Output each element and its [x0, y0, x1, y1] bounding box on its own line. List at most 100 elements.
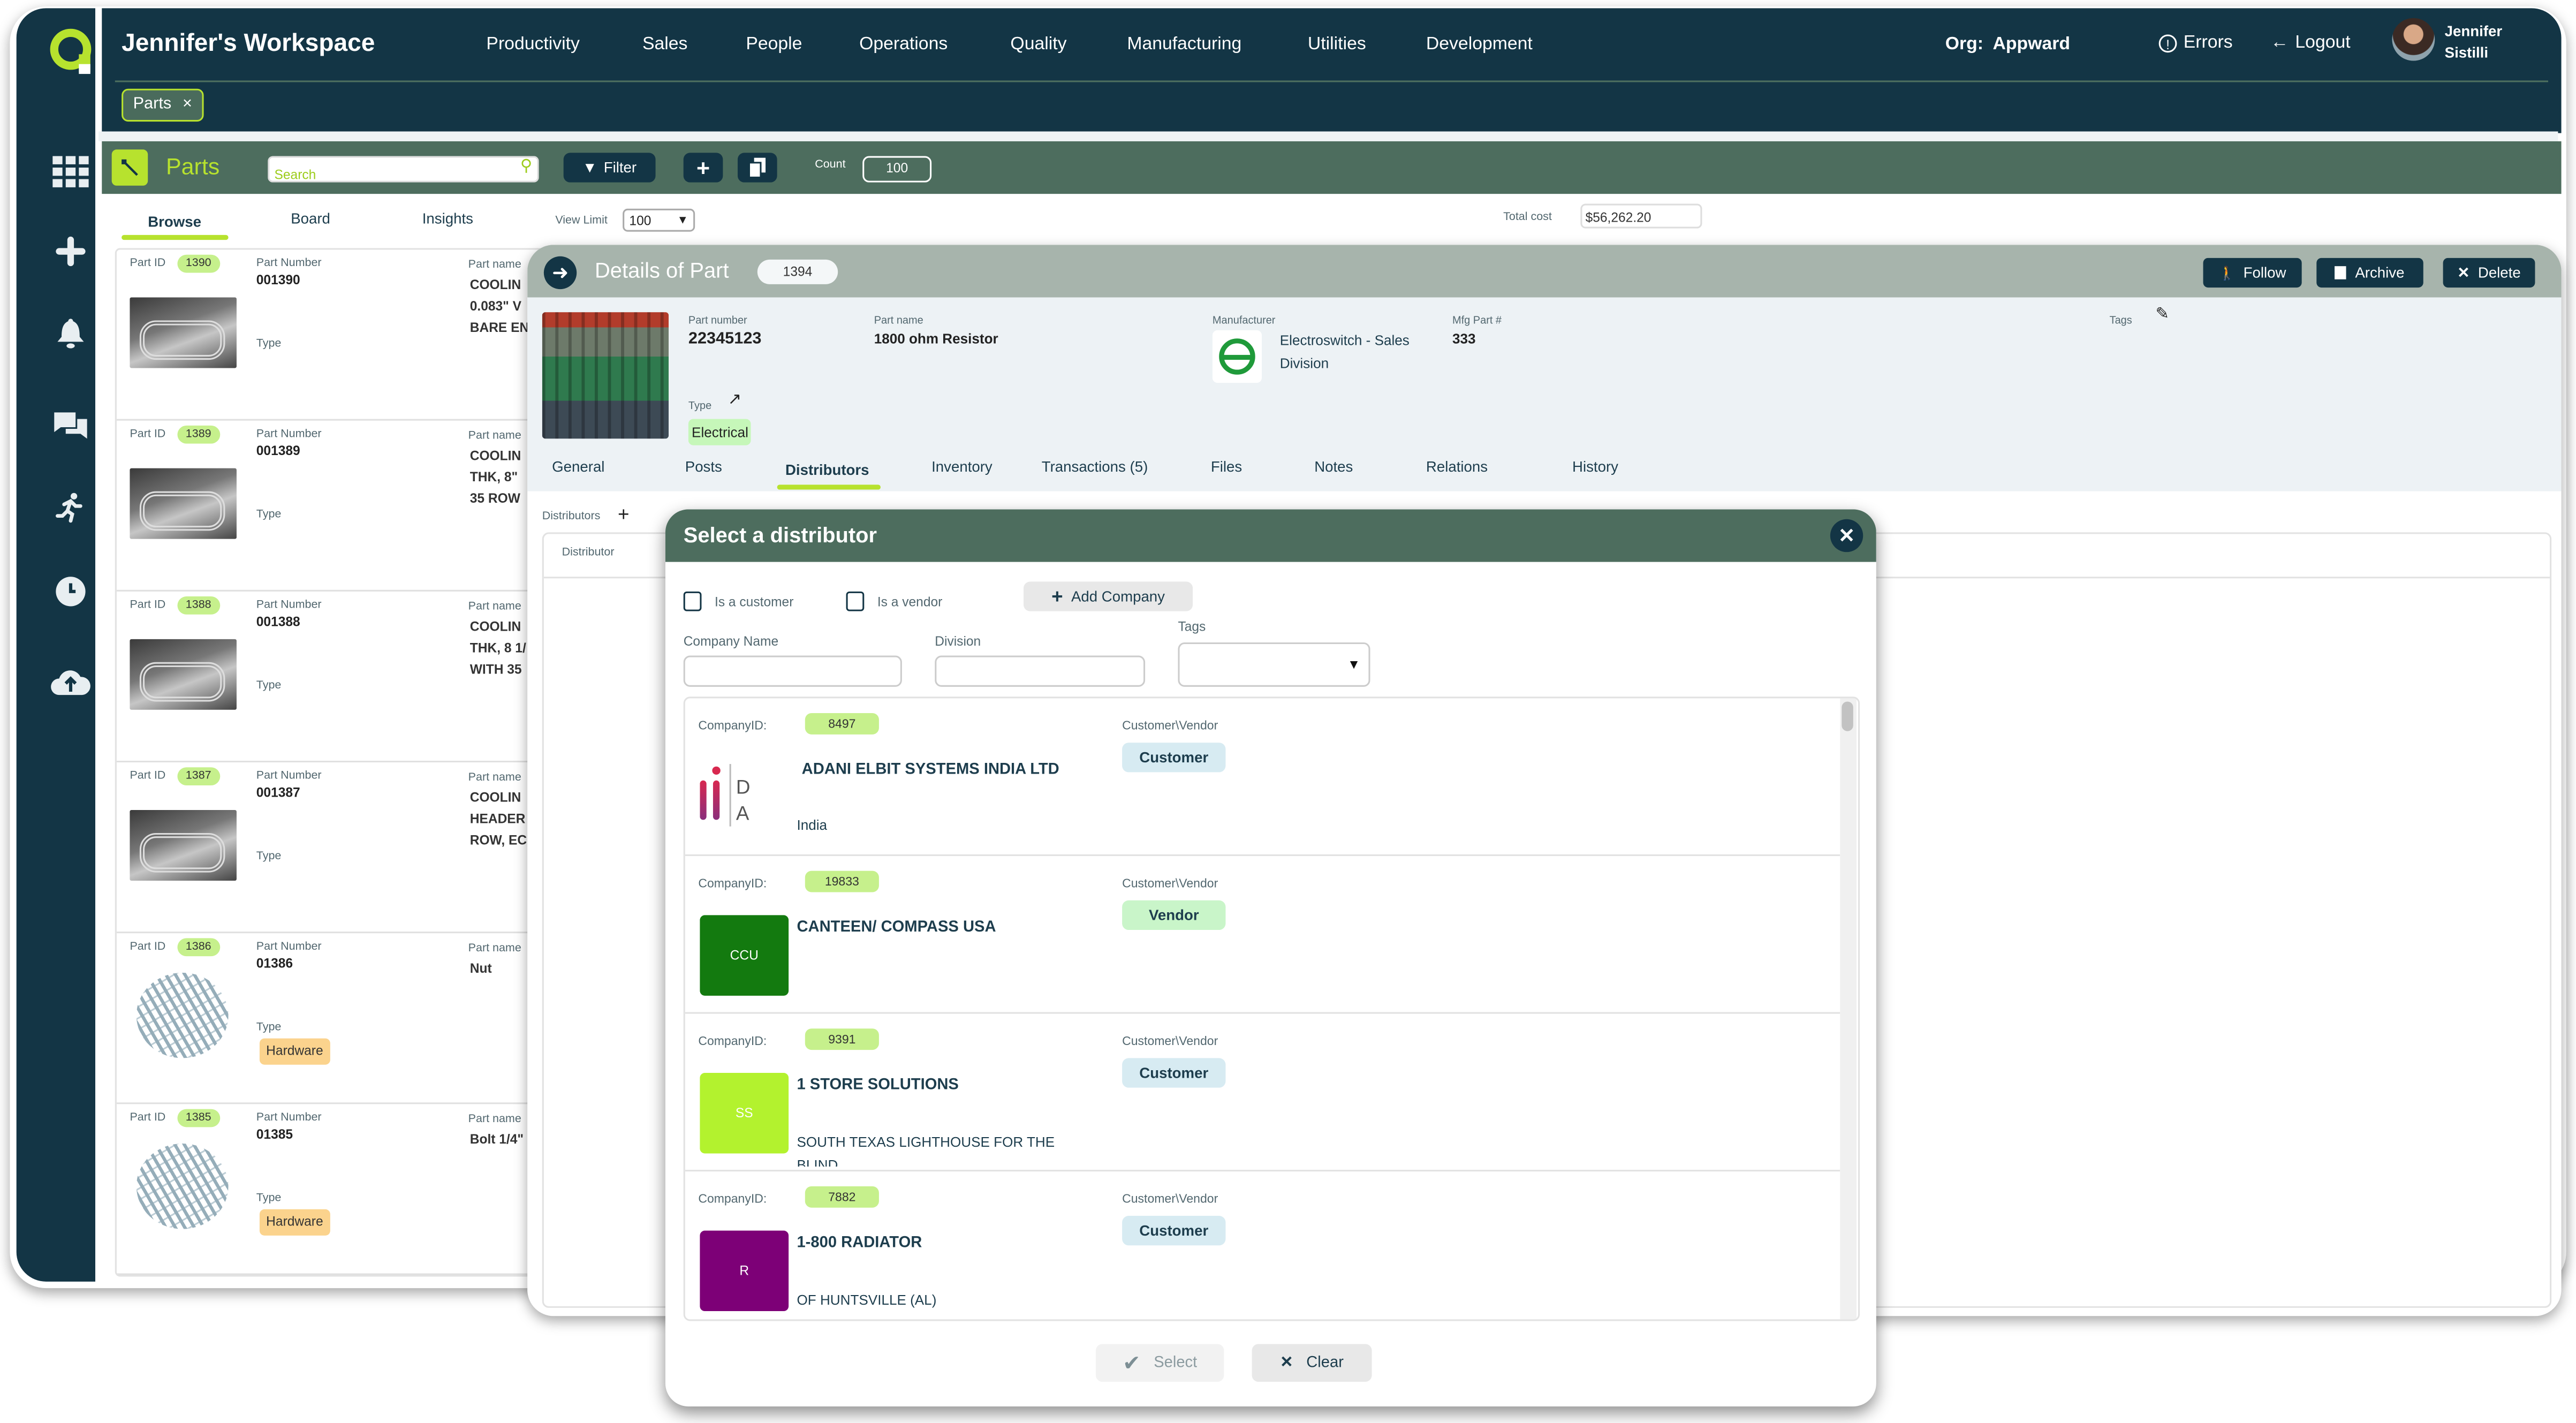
avatar[interactable]: [2392, 18, 2435, 61]
modal-header: Select a distributor ✕: [665, 509, 1876, 562]
plus-icon[interactable]: [49, 232, 92, 271]
nav-development[interactable]: Development: [1426, 34, 1533, 54]
plus-icon: +: [696, 154, 710, 181]
clear-label: Clear: [1306, 1353, 1344, 1372]
part-list-item[interactable]: Part ID 1387 Part Number 001387 Part name COO…: [116, 762, 544, 934]
type-label: Type: [256, 509, 282, 521]
company-id-badge: 9391: [805, 1028, 879, 1050]
part-number-value: 01386: [256, 956, 293, 971]
company-name-input[interactable]: [683, 655, 902, 687]
errors-button[interactable]: ! Errors: [2158, 33, 2233, 52]
company-id-badge: 8497: [805, 713, 879, 735]
manufacturer-name[interactable]: Electroswitch - Sales Division: [1280, 329, 1410, 375]
details-header: ➜ Details of Part 1394 🚶 Follow Archive ✕…: [527, 245, 2562, 298]
chat-icon[interactable]: [49, 406, 92, 445]
part-number-value: 001388: [256, 614, 300, 630]
is-vendor-checkbox[interactable]: [846, 591, 865, 611]
part-thumbnail: [130, 297, 237, 368]
nav-sales[interactable]: Sales: [642, 34, 687, 54]
nav-productivity[interactable]: Productivity: [486, 34, 580, 54]
nav-utilities[interactable]: Utilities: [1308, 34, 1366, 54]
is-customer-checkbox[interactable]: [683, 591, 702, 611]
company-list-item[interactable]: CompanyID: 7882 Customer\Vendor Customer R 1-…: [685, 1171, 1840, 1319]
tab-board[interactable]: Board: [291, 210, 330, 227]
customer-vendor-label: Customer\Vendor: [1122, 1033, 1218, 1049]
company-name: 1-800 RADIATOR: [797, 1233, 922, 1252]
filter-button[interactable]: ▼ Filter: [563, 153, 656, 183]
nav-operations[interactable]: Operations: [859, 34, 948, 54]
count-value[interactable]: 100: [862, 156, 932, 183]
open-tab-parts[interactable]: Parts ×: [122, 88, 204, 122]
follow-button[interactable]: 🚶 Follow: [2203, 258, 2302, 288]
company-logo-initials: CCU: [730, 948, 759, 963]
view-limit-value: 100: [629, 213, 651, 229]
division-input[interactable]: [935, 655, 1146, 687]
tab-browse[interactable]: Browse: [148, 214, 201, 230]
collapse-arrow-button[interactable]: ➜: [543, 256, 577, 290]
part-thumbnail: [136, 972, 229, 1058]
running-icon[interactable]: [49, 488, 92, 527]
part-number-label: Part Number: [256, 600, 322, 611]
part-name-label: Part name: [874, 315, 923, 327]
role-badge: Customer: [1122, 1058, 1226, 1088]
tab-history[interactable]: History: [1572, 458, 1618, 475]
tab-inventory[interactable]: Inventory: [931, 458, 992, 475]
tab-notes[interactable]: Notes: [1314, 458, 1353, 475]
apps-grid-icon[interactable]: [49, 153, 92, 192]
search-input[interactable]: [269, 163, 510, 187]
edit-tags-pencil-icon[interactable]: ✎: [2156, 306, 2170, 324]
part-name-label: Part name: [468, 259, 521, 271]
clock-icon[interactable]: [49, 572, 92, 611]
appward-logo: [50, 28, 92, 74]
nav-quality[interactable]: Quality: [1010, 34, 1066, 54]
company-id-badge: 19833: [805, 871, 879, 892]
nav-manufacturing[interactable]: Manufacturing: [1127, 34, 1241, 54]
svg-text:D: D: [736, 776, 751, 798]
company-list-item[interactable]: CompanyID: 8497 Customer\Vendor Customer D A A…: [685, 698, 1840, 856]
part-id-badge: 1390: [177, 254, 219, 273]
wrench-icon: [111, 149, 148, 186]
tab-posts[interactable]: Posts: [685, 458, 722, 475]
part-list-item[interactable]: Part ID 1390 Part Number 001390 Part name COO…: [116, 249, 544, 421]
select-button[interactable]: ✔ Select: [1096, 1344, 1224, 1382]
external-link-icon[interactable]: ↗: [728, 391, 742, 409]
tab-general[interactable]: General: [552, 458, 604, 475]
part-list-item[interactable]: Part ID 1385 Part Number 01385 Part name Bolt…: [116, 1104, 544, 1275]
add-distributor-button[interactable]: +: [618, 503, 630, 526]
search-icon[interactable]: ⚲: [520, 158, 532, 176]
copy-button[interactable]: [737, 153, 777, 183]
company-list-item[interactable]: CompanyID: 9391 Customer\Vendor Customer SS 1…: [685, 1014, 1840, 1172]
close-icon: ✕: [1838, 524, 1855, 547]
clear-button[interactable]: ✕ Clear: [1252, 1344, 1372, 1382]
part-number-label: Part Number: [256, 941, 322, 953]
part-list-item[interactable]: Part ID 1386 Part Number 01386 Part name Nut T…: [116, 933, 544, 1104]
add-company-button[interactable]: + Add Company: [1023, 581, 1193, 611]
tab-files[interactable]: Files: [1211, 458, 1242, 475]
cloud-upload-icon[interactable]: [49, 662, 92, 702]
archive-button[interactable]: Archive: [2316, 258, 2423, 288]
delete-button[interactable]: ✕ Delete: [2443, 258, 2535, 288]
company-list-item[interactable]: CompanyID: 19833 Customer\Vendor Vendor CCU C…: [685, 856, 1840, 1014]
tab-transactions[interactable]: Transactions (5): [1042, 458, 1148, 475]
view-limit-select[interactable]: 100 ▼: [623, 208, 695, 232]
bell-icon[interactable]: [49, 314, 92, 353]
part-list-item[interactable]: Part ID 1389 Part Number 001389 Part name COO…: [116, 421, 544, 592]
filter-label: Filter: [603, 159, 637, 176]
search-field[interactable]: ⚲: [268, 156, 539, 187]
tags-select[interactable]: ▼: [1178, 642, 1370, 687]
scrollbar-thumb[interactable]: [1842, 701, 1853, 731]
close-tab-icon[interactable]: ×: [183, 95, 192, 113]
type-label: Type: [256, 338, 282, 350]
logout-button[interactable]: ← Logout: [2270, 33, 2350, 52]
add-part-button[interactable]: +: [683, 153, 723, 183]
tab-distributors[interactable]: Distributors: [785, 461, 869, 478]
division-label: Division: [935, 634, 981, 649]
part-list-item[interactable]: Part ID 1388 Part Number 001388 Part name COO…: [116, 592, 544, 763]
part-number-value: 001387: [256, 785, 300, 800]
tab-relations[interactable]: Relations: [1426, 458, 1488, 475]
scrollbar-track[interactable]: [1840, 698, 1857, 1320]
nav-people[interactable]: People: [746, 34, 802, 54]
close-modal-button[interactable]: ✕: [1830, 519, 1863, 552]
manufacturer-name-line2: Division: [1279, 354, 1329, 372]
tab-insights[interactable]: Insights: [422, 210, 473, 227]
